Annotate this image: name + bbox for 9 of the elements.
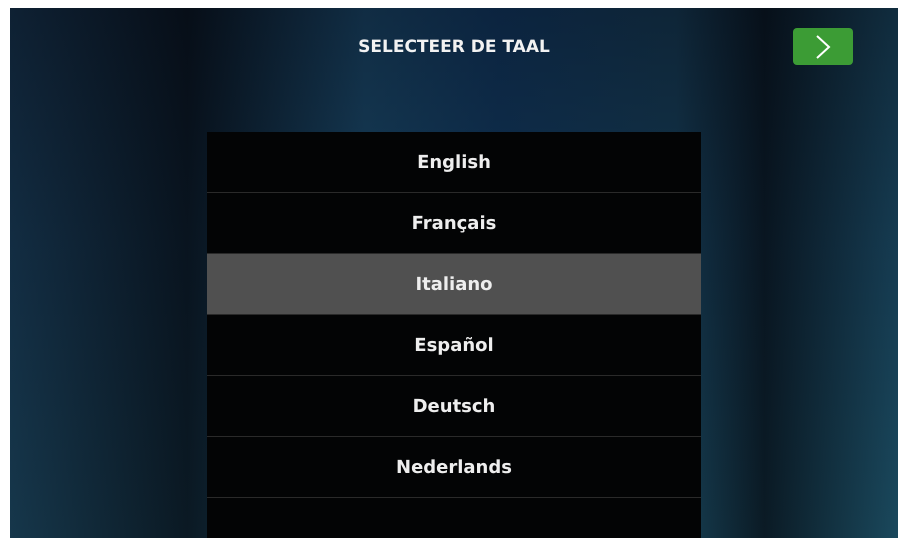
language-option[interactable]: Nederlands xyxy=(207,437,701,498)
chevron-right-icon xyxy=(815,34,831,60)
language-option[interactable]: Deutsch xyxy=(207,376,701,437)
next-button[interactable] xyxy=(793,28,853,65)
language-option[interactable]: Français xyxy=(207,193,701,254)
language-option[interactable]: Español xyxy=(207,315,701,376)
language-option[interactable]: English xyxy=(207,132,701,193)
screen-title: SELECTEER DE TAAL xyxy=(358,37,550,59)
language-option[interactable]: Italiano xyxy=(207,254,701,315)
